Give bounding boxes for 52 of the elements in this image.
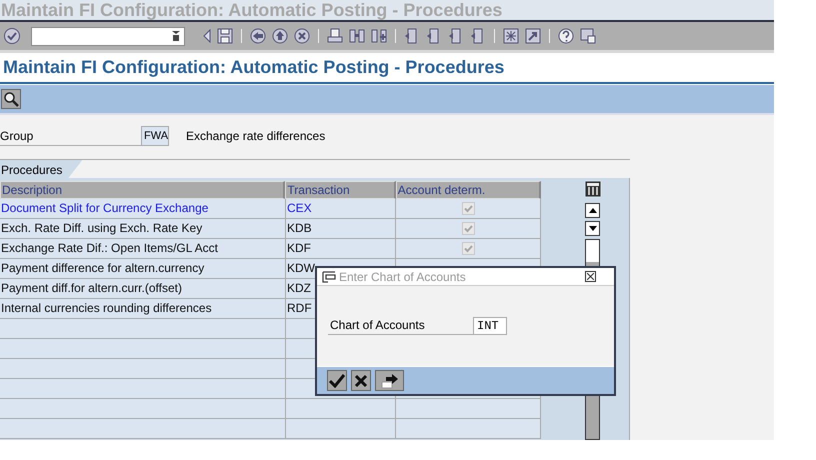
close-button[interactable]: [585, 271, 596, 282]
table-cell: Internal currencies rounding differences: [0, 299, 286, 319]
back-icon[interactable]: [250, 28, 266, 44]
help-icon[interactable]: [558, 28, 574, 44]
find-icon[interactable]: [349, 28, 365, 44]
group-description: Exchange rate differences: [186, 129, 326, 143]
column-settings-icon[interactable]: [584, 181, 600, 197]
column-header[interactable]: Description: [0, 181, 286, 199]
window-icon: [322, 270, 336, 282]
checkmark-icon: [329, 374, 345, 388]
close-icon: [587, 273, 594, 280]
details-button[interactable]: [1, 89, 21, 109]
column-header[interactable]: Account determ.: [396, 181, 541, 199]
save-icon[interactable]: [217, 28, 233, 44]
table-cell: KDB: [286, 219, 396, 239]
group-field[interactable]: FWA: [141, 126, 169, 146]
arrow-icon: [380, 372, 398, 388]
screen-title: Maintain FI Configuration: Automatic Posting - Procedures: [3, 57, 504, 78]
print-icon[interactable]: [327, 28, 343, 44]
checkbox[interactable]: [462, 202, 475, 215]
table-title: Procedures: [0, 160, 82, 178]
layout-icon[interactable]: [503, 28, 519, 44]
checkbox[interactable]: [462, 242, 475, 255]
table-cell: CEX: [286, 199, 396, 219]
cross-icon: [354, 374, 368, 388]
shortcut-icon[interactable]: [525, 28, 541, 44]
column-header[interactable]: Transaction: [285, 181, 396, 199]
table-cell: KDF: [286, 239, 396, 259]
checkbox[interactable]: [462, 222, 475, 235]
cancel-icon[interactable]: [294, 28, 310, 44]
cancel-button[interactable]: [351, 370, 371, 391]
dropdown-icon[interactable]: [172, 31, 180, 41]
back-arrow-icon[interactable]: [203, 29, 211, 43]
find-next-icon[interactable]: [371, 28, 387, 44]
scroll-down-button[interactable]: [585, 221, 600, 236]
table-cell: Exch. Rate Diff. using Exch. Rate Key: [0, 219, 286, 239]
command-field[interactable]: [31, 26, 185, 46]
down-arrow-icon: [588, 226, 596, 231]
confirm-button[interactable]: [327, 370, 347, 391]
table-cell: Document Split for Currency Exchange: [0, 199, 286, 219]
check-icon[interactable]: [3, 27, 21, 45]
exit-icon[interactable]: [272, 28, 288, 44]
up-arrow-icon: [588, 208, 596, 213]
next-button[interactable]: [375, 370, 404, 391]
table-cell: Payment difference for altern.currency: [0, 259, 286, 279]
input-field[interactable]: INT: [473, 317, 507, 335]
table-cell: Payment diff.for altern.curr.(offset): [0, 279, 286, 299]
table-cell: Exchange Rate Dif.: Open Items/GL Acct: [0, 239, 286, 259]
scroll-up-button[interactable]: [585, 203, 600, 218]
magnifier-icon: [3, 91, 19, 107]
monitor-icon[interactable]: [580, 28, 596, 44]
window-title: Maintain FI Configuration: Automatic Posting - Procedures: [0, 0, 502, 20]
